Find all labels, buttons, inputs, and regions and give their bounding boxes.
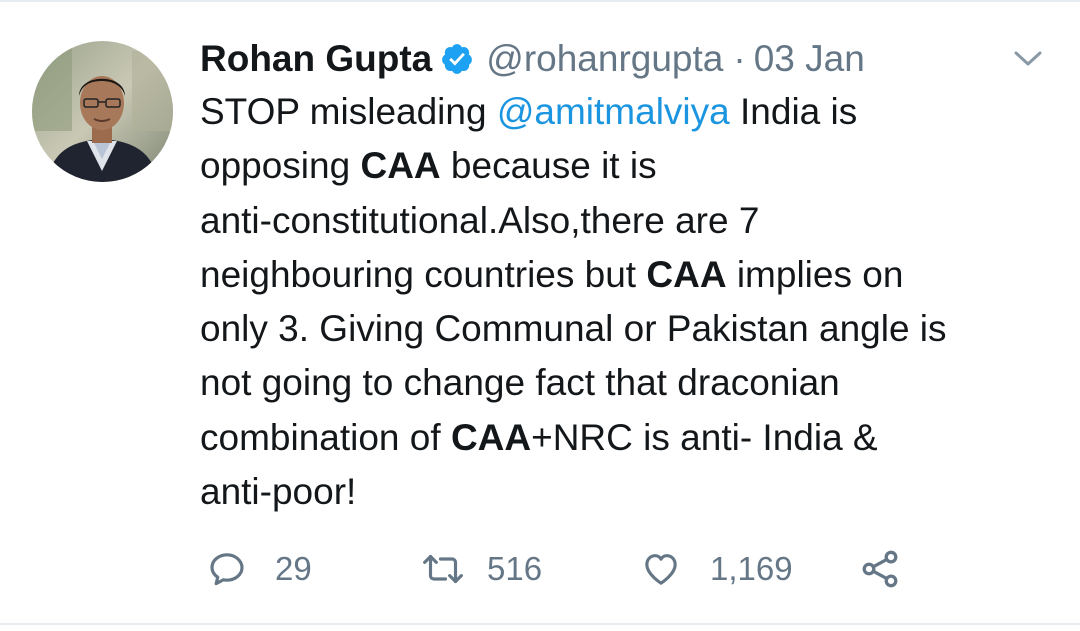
bold-text: CAA — [450, 416, 532, 458]
tweet-text-line: opposing CAA because it is — [200, 139, 1050, 193]
text-segment: neighbouring countries but — [200, 253, 647, 295]
tweet-date[interactable]: 03 Jan — [754, 36, 865, 82]
tweet-actions: 29 516 1,169 — [0, 545, 1080, 593]
bold-text: CAA — [360, 145, 441, 187]
tweet-text-line: anti-poor! — [200, 465, 1050, 519]
like-icon — [640, 549, 682, 589]
share-icon — [858, 547, 902, 591]
text-segment: opposing — [200, 145, 361, 187]
text-segment: implies on — [726, 253, 904, 295]
avatar[interactable] — [32, 41, 173, 182]
display-name[interactable]: Rohan Gupta — [200, 36, 432, 82]
separator-dot: · — [733, 38, 746, 79]
verified-badge-icon — [440, 42, 474, 76]
text-segment: only 3. Giving Communal or Pakistan angl… — [200, 308, 947, 350]
top-divider — [0, 0, 1080, 2]
text-segment: because it is — [440, 145, 657, 187]
retweet-count: 516 — [487, 550, 543, 587]
reply-count: 29 — [275, 550, 312, 587]
avatar-photo-icon — [32, 41, 173, 182]
tweet-text-line: combination of CAA+NRC is anti- India & — [200, 411, 1050, 465]
text-segment: not going to change fact that draconian — [200, 362, 840, 404]
tweet-header: Rohan Gupta @rohanrgupta · 03 Jan — [200, 36, 865, 82]
like-count: 1,169 — [710, 550, 793, 587]
tweet-text-line: not going to change fact that draconian — [200, 356, 1050, 410]
tweet-text-line: STOP misleading @amitmalviya India is — [200, 85, 1050, 139]
text-segment: +NRC is anti- India & — [531, 416, 878, 458]
bottom-divider — [0, 623, 1080, 625]
reply-button[interactable]: 29 — [207, 545, 312, 593]
text-segment: anti-poor! — [200, 471, 357, 513]
tweet-text-line: anti-constitutional.Also,there are 7 — [200, 194, 1050, 248]
like-button[interactable]: 1,169 — [640, 545, 793, 593]
bold-text: CAA — [646, 253, 727, 295]
share-button[interactable] — [858, 545, 902, 593]
tweet-text: STOP misleading @amitmalviya India is opp… — [200, 85, 1050, 519]
text-segment: STOP misleading — [200, 91, 497, 132]
text-segment: combination of — [200, 416, 451, 458]
mention-link[interactable]: @amitmalviya — [497, 91, 730, 132]
reply-icon — [207, 549, 247, 589]
retweet-button[interactable]: 516 — [421, 545, 542, 593]
retweet-icon — [421, 549, 465, 589]
tweet-text-line: only 3. Giving Communal or Pakistan angl… — [200, 302, 1050, 356]
tweet-text-line: neighbouring countries but CAA implies o… — [200, 248, 1050, 302]
handle[interactable]: @rohanrgupta — [486, 36, 723, 82]
text-segment: anti-constitutional.Also,there are 7 — [200, 199, 760, 241]
text-segment: India is — [729, 91, 858, 132]
more-options-chevron-down-icon[interactable] — [1010, 44, 1046, 72]
